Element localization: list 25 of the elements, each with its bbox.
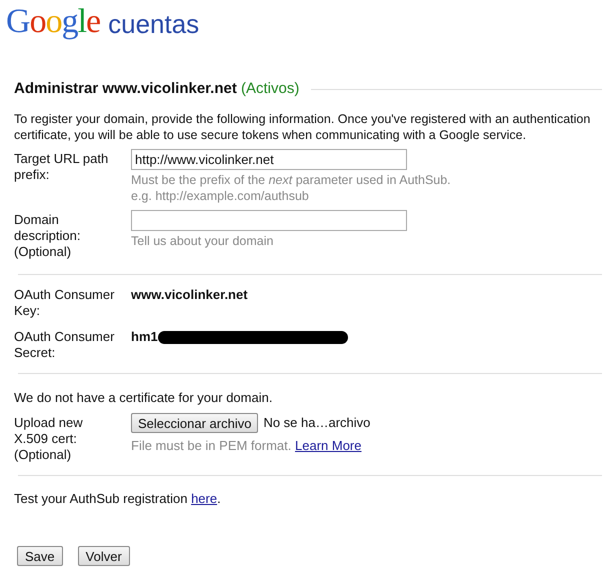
action-button[interactable]: Save [17,546,63,566]
hint-text: Must be the prefix of the next parameter used in AuthSub. [131,172,451,188]
hint-text: e.g. http://example.com/authsub [131,188,310,204]
field-value: hm1 [131,328,158,344]
product-name: cuentas [108,9,200,40]
certificate-notice: We do not have a certificate for your domain. [14,388,274,407]
learn-more-link[interactable]: Learn More [295,438,362,453]
field-label: Upload new X.509 cert: (Optional) [14,414,84,463]
here-link[interactable]: here [191,491,218,506]
field-label: OAuth Consumer Secret: [14,328,116,360]
test-text: Test your AuthSub registration here. [14,490,222,508]
text-field[interactable] [131,210,407,230]
logo: Google [6,4,100,40]
field-label: Target URL path prefix: [14,150,110,184]
file-status: No se ha…archivo [263,414,370,432]
intro-text: To register your domain, provide the following information. Once you've registered with an authentication certificate, you will be able to use secure tokens when communicating with a Google service. [14,110,592,142]
choose-file-button[interactable]: Seleccionar archivo [131,413,258,433]
text-field[interactable]: http://www.vicolinker.net [131,148,407,170]
field-label: OAuth Consumer Key: [14,286,116,318]
page-title: Administrar www.vicolinker.net (Activos) [14,79,300,99]
action-button[interactable]: Volver [78,546,130,566]
hint-text: File must be in PEM format. [131,438,292,453]
hint-text: Tell us about your domain [131,232,274,248]
field-value: www.vicolinker.net [131,286,248,302]
field-label: Domain description: (Optional) [14,210,82,260]
